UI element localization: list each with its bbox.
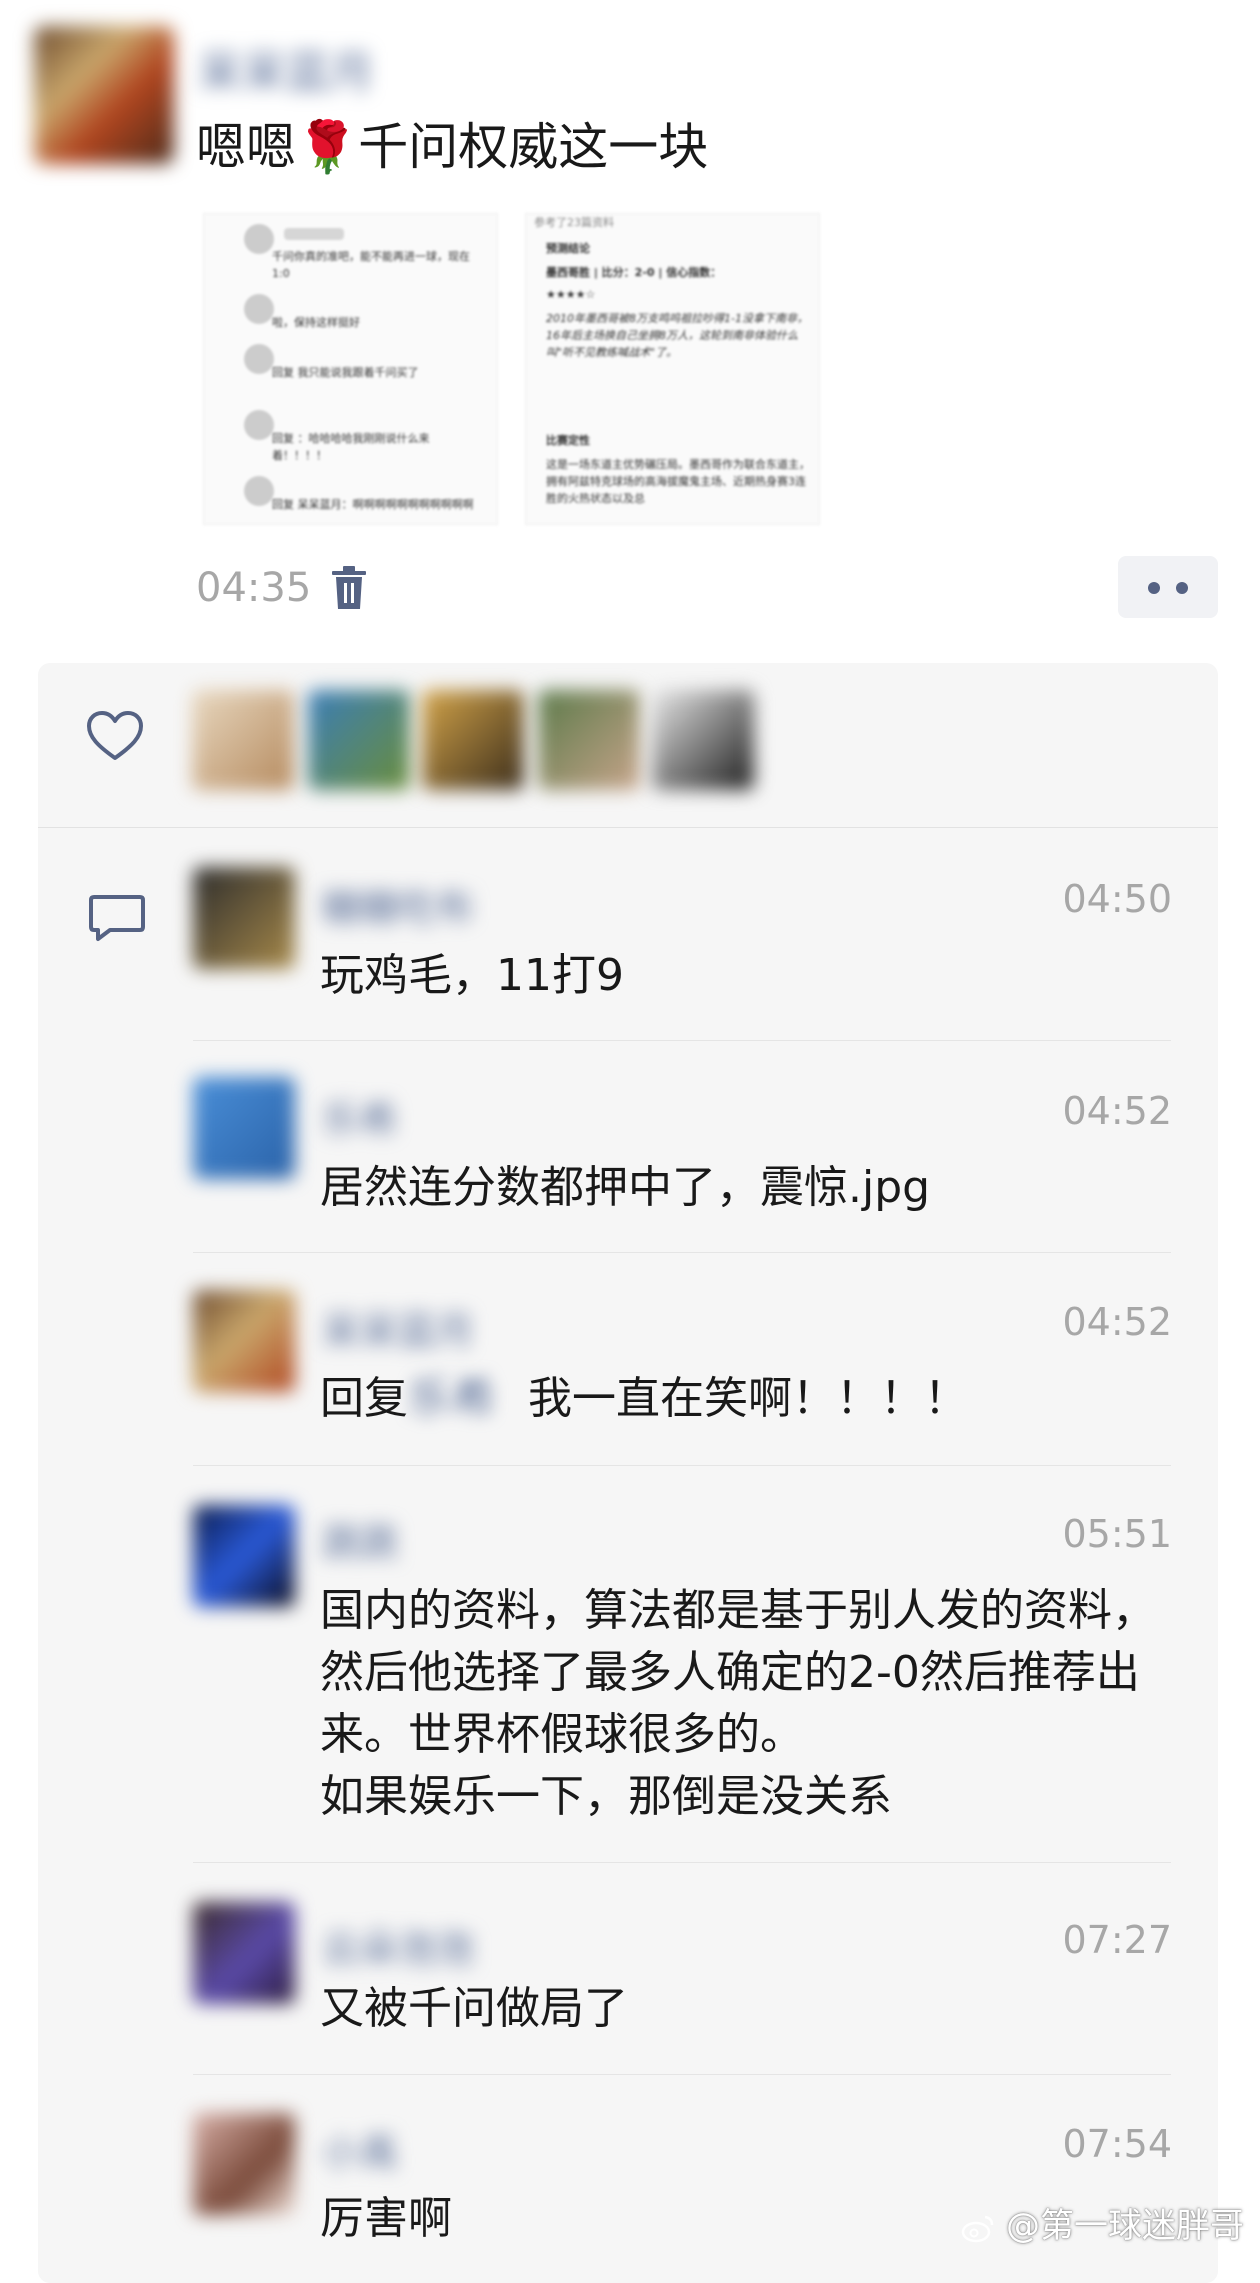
comment-avatar[interactable]: [193, 1077, 295, 1179]
reply-body: 我一直在笑啊！！！！: [528, 1373, 968, 1424]
like-avatar-5[interactable]: [652, 690, 754, 790]
thumb1-line-1: 千问你真的准吧，能不能再进一球，现在1:0: [272, 250, 470, 280]
poster-avatar[interactable]: [34, 26, 174, 164]
comment-avatar[interactable]: [193, 2113, 295, 2215]
comment-divider: [193, 2074, 1171, 2075]
post-image-1[interactable]: 千问你真的准吧，能不能再进一球，现在1:0 啦，保持这样挺好 回复 我只能说我跟…: [203, 213, 498, 525]
comment-time: 05:51: [1062, 1512, 1172, 1556]
comment-author[interactable]: 乐希: [322, 1089, 398, 1144]
trash-icon[interactable]: [330, 565, 368, 611]
comment-author[interactable]: 蔬蔬: [322, 1512, 398, 1567]
comment-divider: [193, 1862, 1171, 1863]
comment-text[interactable]: 玩鸡毛，11打9: [320, 945, 1180, 1007]
comment-author[interactable]: 呆呆蓝月: [322, 1300, 474, 1355]
likes-divider: [38, 827, 1218, 828]
comment-avatar[interactable]: [193, 1505, 295, 1607]
watermark-text: @第一球迷胖哥: [1006, 2206, 1244, 2246]
comment-time: 07:54: [1062, 2122, 1172, 2166]
thumb1-line-2: 啦，保持这样挺好: [272, 316, 360, 329]
post-image-2[interactable]: 参考了23篇资料 预测结论 墨西哥胜 | 比分：2-0 | 信心指数： ★★★★…: [525, 213, 820, 525]
comment-text[interactable]: 国内的资料，算法都是基于别人发的资料，然后他选择了最多人确定的2-0然后推荐出来…: [320, 1580, 1180, 1828]
comment-author[interactable]: 云朵泡泡: [322, 1918, 474, 1973]
comment-avatar[interactable]: [193, 1902, 295, 2004]
comment-avatar[interactable]: [193, 867, 295, 969]
comment-text[interactable]: 回复乐希 我一直在笑啊！！！！: [320, 1368, 1180, 1430]
thumb2-line-1: 参考了23篇资料: [534, 216, 614, 229]
weibo-logo-icon: [961, 2215, 994, 2242]
thumb1-line-4: 回复 ：哈哈哈哈我刚刚说什么来着！！！！: [272, 432, 430, 462]
comment-time: 04:52: [1062, 1089, 1172, 1133]
comment-icon: [89, 895, 145, 941]
comment-author[interactable]: 糖糖吃布: [322, 877, 474, 932]
post-time: 04:35: [196, 565, 312, 611]
reply-prefix: 回复: [320, 1373, 408, 1424]
thumb2-line-3: 墨西哥胜 | 比分：2-0 | 信心指数：: [546, 266, 722, 279]
comment-text[interactable]: 又被千问做局了: [320, 1978, 1180, 2040]
thumb1-line-3: 回复 我只能说我跟着千问买了: [272, 366, 419, 379]
comment-divider: [193, 1465, 1171, 1466]
thumb2-line-5: 2010年墨西哥被8万支鸣呜祖拉吵得1-1没拿下南非，16年后主场换自己坐拥8万…: [546, 312, 808, 359]
like-avatar-4[interactable]: [538, 690, 640, 790]
like-avatar-2[interactable]: [308, 690, 410, 790]
comment-avatar[interactable]: [193, 1290, 295, 1392]
thumb2-line-6: 比赛定性: [546, 434, 590, 447]
like-heart-icon: [87, 711, 143, 760]
thumb2-line-7: 这是一场东道主优势碾压局。墨西哥作为联合东道主，拥有阿兹特克球场的高海拔魔鬼主场…: [546, 458, 810, 505]
poster-name[interactable]: 呆呆蓝月: [198, 36, 374, 100]
reply-target-name[interactable]: 乐希: [408, 1368, 528, 1430]
post-text: 嗯嗯🌹千问权威这一块: [196, 118, 709, 176]
more-icon[interactable]: [1118, 556, 1218, 618]
comment-author[interactable]: 小禹: [322, 2122, 398, 2177]
thumb2-line-4: ★★★★☆: [546, 288, 596, 301]
thumb1-line-5: 回复 呆呆蓝月：啊啊啊啊啊啊啊啊啊啊啊: [272, 498, 474, 511]
like-avatar-1[interactable]: [192, 690, 294, 790]
watermark: @第一球迷胖哥: [961, 2198, 1244, 2247]
comment-time: 04:50: [1062, 877, 1172, 921]
like-avatar-3[interactable]: [422, 690, 524, 790]
comment-divider: [193, 1040, 1171, 1041]
comment-time: 04:52: [1062, 1300, 1172, 1344]
thumb2-line-2: 预测结论: [546, 242, 590, 255]
comment-divider: [193, 1252, 1171, 1253]
comment-text[interactable]: 居然连分数都押中了，震惊.jpg: [320, 1157, 1180, 1219]
comment-time: 07:27: [1062, 1918, 1172, 1962]
